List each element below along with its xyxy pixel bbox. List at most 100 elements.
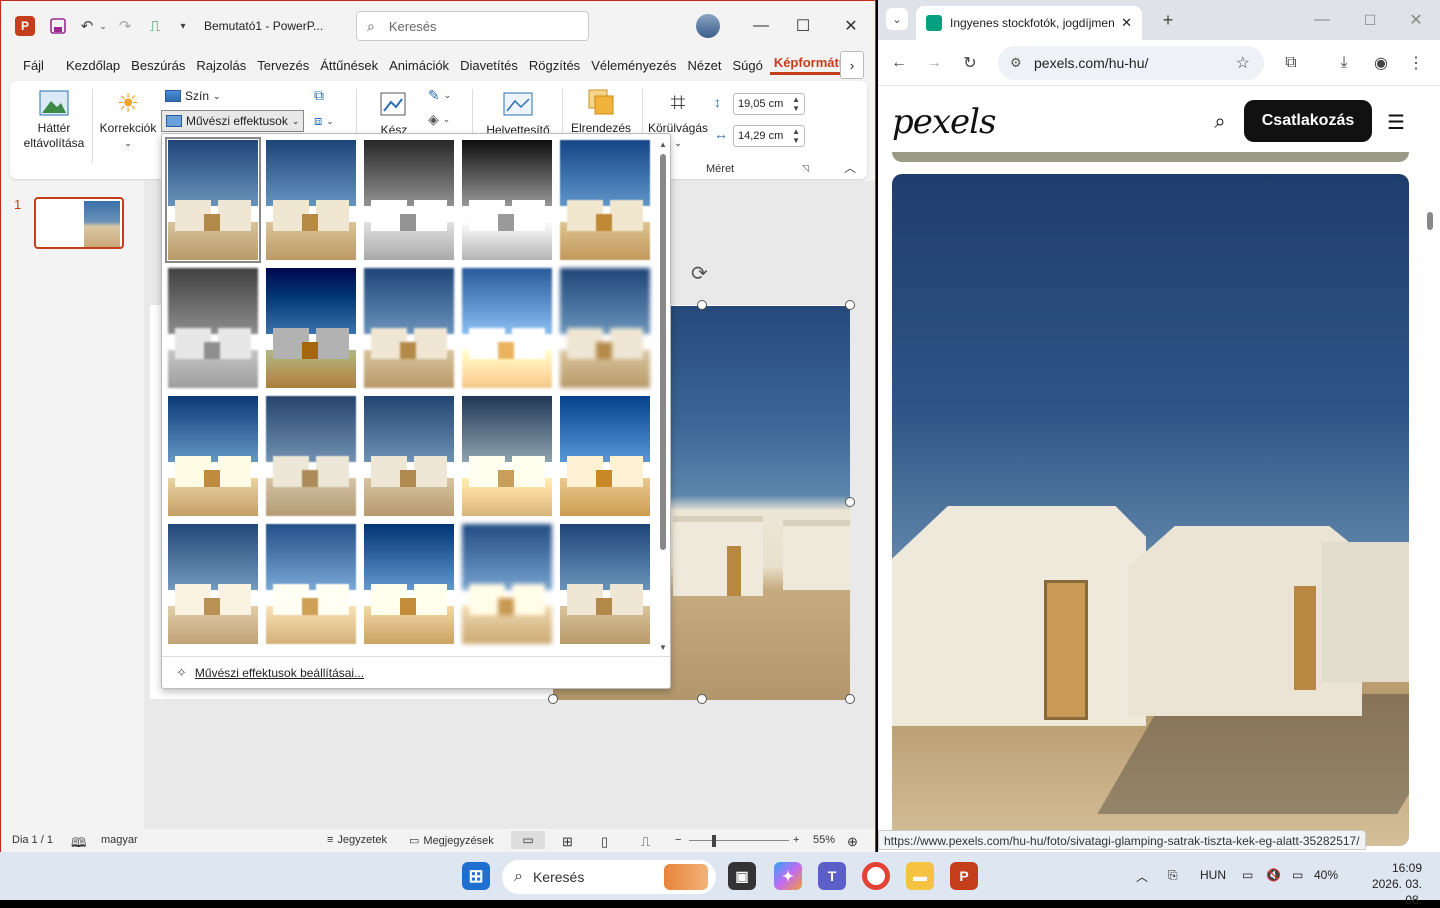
artistic-effect-thumbnail[interactable] <box>168 268 258 388</box>
copilot-icon[interactable]: ✦ <box>774 862 802 890</box>
customize-toolbar-icon[interactable]: ▾ <box>175 15 191 37</box>
zoom-slider[interactable] <box>689 840 789 841</box>
zoom-in-icon[interactable]: + <box>793 834 799 846</box>
tray-overflow-icon[interactable]: ︿ <box>1136 868 1148 885</box>
comments-button[interactable]: ▭ Megjegyzések <box>409 834 494 848</box>
corrections-button[interactable]: ☀ Korrekciók ⌄ <box>98 89 158 151</box>
remove-background-button[interactable]: Háttér eltávolítása <box>18 89 90 151</box>
artistic-effect-thumbnail[interactable] <box>462 524 552 644</box>
language-indicator[interactable]: magyar <box>101 834 138 846</box>
address-bar[interactable]: ⚙ pexels.com/hu-hu/ ☆ <box>998 46 1264 80</box>
hamburger-menu-icon[interactable]: ☰ <box>1384 110 1408 134</box>
page-scrollbar[interactable] <box>1426 160 1434 840</box>
file-explorer-icon[interactable]: ▬ <box>906 862 934 890</box>
zoom-level[interactable]: 55% <box>813 834 835 846</box>
search-icon[interactable]: ⌕ <box>1208 110 1232 134</box>
maximize-button[interactable]: ☐ <box>789 13 817 39</box>
tab-insert[interactable]: Beszúrás <box>127 58 189 73</box>
close-window-icon[interactable]: ✕ <box>1404 8 1428 32</box>
picture-border-icon[interactable]: ✎ ⌄ <box>428 87 451 104</box>
resize-handle[interactable] <box>697 694 707 704</box>
compress-pictures-icon[interactable]: ⧉ <box>314 87 324 104</box>
network-icon[interactable]: ▭ <box>1242 868 1253 882</box>
resize-handle[interactable] <box>845 497 855 507</box>
artistic-effect-thumbnail[interactable] <box>560 524 650 644</box>
artistic-effect-thumbnail[interactable] <box>462 268 552 388</box>
artistic-effect-thumbnail[interactable] <box>364 268 454 388</box>
ribbon-scroll-right-button[interactable]: › <box>840 51 864 79</box>
taskbar-search[interactable]: ⌕ Keresés <box>502 860 716 894</box>
maximize-icon[interactable]: ☐ <box>1358 8 1382 32</box>
artistic-effect-thumbnail[interactable] <box>364 396 454 516</box>
tab-slideshow[interactable]: Diavetítés <box>456 58 522 73</box>
quick-styles-button[interactable]: Kész <box>370 89 418 138</box>
menu-dots-icon[interactable]: ⋮ <box>1404 51 1428 75</box>
tab-review[interactable]: Véleményezés <box>587 58 680 73</box>
undo-icon[interactable]: ↶ <box>77 15 97 37</box>
artistic-effect-thumbnail[interactable] <box>266 396 356 516</box>
tab-design[interactable]: Tervezés <box>253 58 313 73</box>
redo-icon[interactable]: ↷ <box>115 15 135 37</box>
back-icon[interactable]: ← <box>887 51 911 75</box>
tab-view[interactable]: Nézet <box>683 58 725 73</box>
artistic-effect-thumbnail[interactable] <box>165 137 261 263</box>
artistic-effect-thumbnail[interactable] <box>462 140 552 260</box>
stock-photo[interactable] <box>892 174 1409 846</box>
close-tab-icon[interactable]: ✕ <box>1121 15 1132 31</box>
artistic-effect-thumbnail[interactable] <box>168 524 258 644</box>
scrollbar-thumb[interactable] <box>1427 212 1433 230</box>
scroll-up-icon[interactable]: ▲ <box>659 140 667 149</box>
artistic-effect-thumbnail[interactable] <box>266 140 356 260</box>
artistic-effect-thumbnail[interactable] <box>364 140 454 260</box>
scrollbar-thumb[interactable] <box>660 154 666 550</box>
minimize-button[interactable]: — <box>747 13 775 39</box>
tab-record[interactable]: Rögzítés <box>525 58 584 73</box>
tab-draw[interactable]: Rajzolás <box>192 58 250 73</box>
gallery-scrollbar[interactable]: ▲ ▼ <box>659 140 667 652</box>
height-input[interactable]: 19,05 cm ▲ ▼ <box>733 93 805 115</box>
tab-help[interactable]: Súgó <box>728 58 766 73</box>
alt-text-button[interactable]: Helyettesítő <box>482 89 554 138</box>
spin-arrows-icon[interactable]: ▲ ▼ <box>792 95 800 113</box>
color-button[interactable]: Szín ⌄ <box>165 89 221 103</box>
minimize-icon[interactable]: — <box>1310 8 1334 32</box>
search-input[interactable]: ⌕ Keresés <box>356 11 589 41</box>
tab-home[interactable]: Kezdőlap <box>62 58 124 73</box>
undo-dropdown-icon[interactable]: ⌄ <box>97 15 109 37</box>
artistic-effect-thumbnail[interactable] <box>168 396 258 516</box>
artistic-effect-thumbnail[interactable] <box>266 524 356 644</box>
chrome-icon[interactable] <box>862 862 890 890</box>
present-icon[interactable]: ⎍ <box>145 15 165 37</box>
artistic-effect-thumbnail[interactable] <box>560 268 650 388</box>
extensions-icon[interactable]: ⧉ <box>1279 51 1303 75</box>
battery-percent[interactable]: 40% <box>1314 868 1338 882</box>
rotate-handle-icon[interactable]: ⟳ <box>691 261 708 286</box>
clock[interactable]: 16:09 2026. 03. 08. <box>1352 860 1422 908</box>
tab-file[interactable]: Fájl <box>19 58 48 73</box>
collapse-ribbon-icon[interactable]: ︿ <box>844 159 856 176</box>
artistic-effect-thumbnail[interactable] <box>364 524 454 644</box>
browser-tab[interactable]: Ingyenes stockfotók, jogdíjmen ✕ <box>916 6 1142 40</box>
task-view-icon[interactable]: ▣ <box>728 862 756 890</box>
volume-muted-icon[interactable]: 🔇 <box>1266 868 1281 882</box>
resize-handle[interactable] <box>548 694 558 704</box>
pexels-logo[interactable]: pexels <box>892 102 997 142</box>
spin-arrows-icon[interactable]: ▲ ▼ <box>792 127 800 145</box>
zoom-slider-thumb[interactable] <box>712 835 716 847</box>
size-dialog-launcher-icon[interactable]: ◹ <box>802 163 809 174</box>
tab-search-icon[interactable]: ⌄ <box>886 8 908 30</box>
new-tab-icon[interactable]: + <box>1156 8 1180 32</box>
fit-to-window-icon[interactable]: ⊕ <box>847 834 858 850</box>
slideshow-icon[interactable]: ⎍ <box>641 834 650 850</box>
save-icon[interactable] <box>47 15 69 37</box>
site-info-icon[interactable]: ⚙ <box>1010 55 1022 71</box>
artistic-effect-thumbnail[interactable] <box>266 268 356 388</box>
tab-transitions[interactable]: Áttűnések <box>316 58 382 73</box>
avatar[interactable] <box>696 14 720 38</box>
keyboard-language[interactable]: HUN <box>1200 868 1226 882</box>
close-button[interactable]: ✕ <box>837 13 865 39</box>
resize-handle[interactable] <box>845 694 855 704</box>
artistic-effect-thumbnail[interactable] <box>560 140 650 260</box>
artistic-effects-options-button[interactable]: ✧ Művészi effektusok beállításai... <box>162 656 670 688</box>
usb-icon[interactable]: ⎘ <box>1168 868 1178 883</box>
